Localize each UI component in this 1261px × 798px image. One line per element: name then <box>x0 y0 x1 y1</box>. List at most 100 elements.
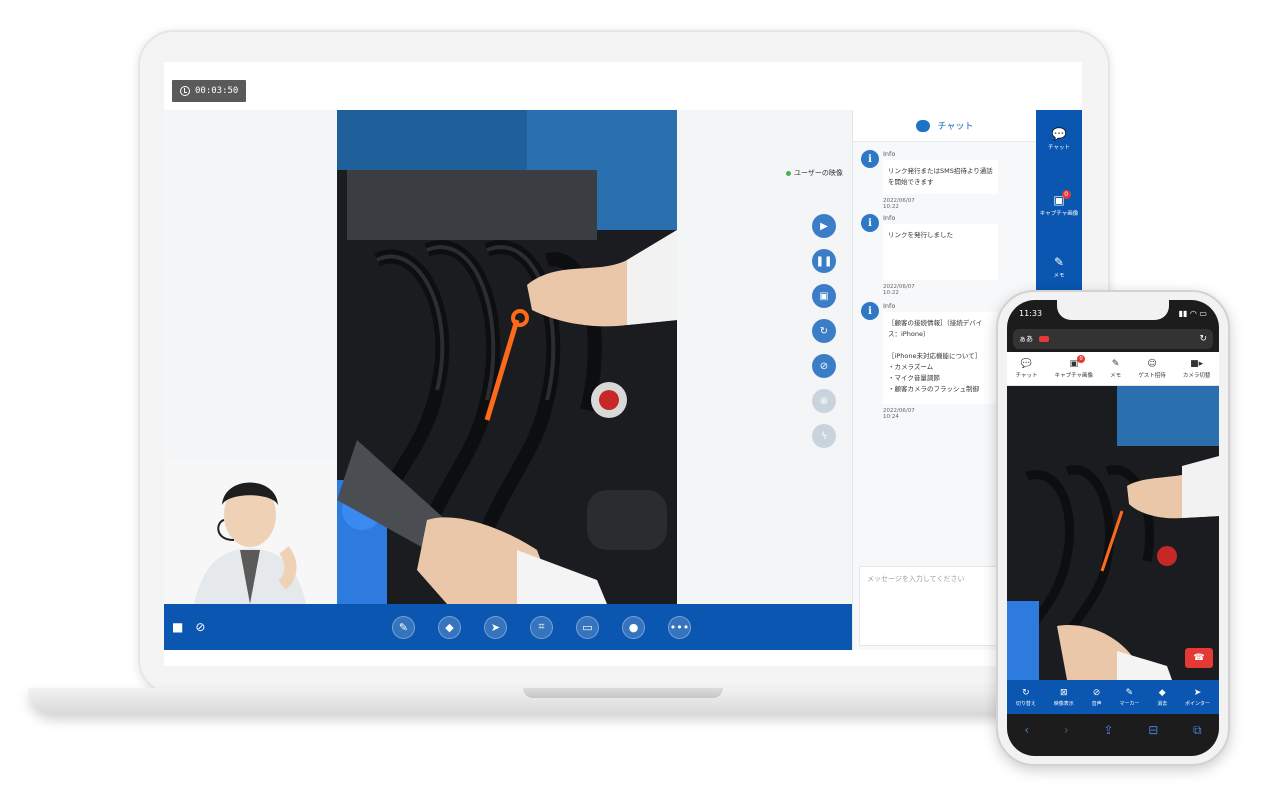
reload-icon[interactable]: ↻ <box>1199 334 1207 344</box>
laptop-notch <box>523 688 723 698</box>
eraser-icon: ◆ <box>1158 687 1166 698</box>
chat-title: チャット <box>937 122 974 132</box>
bookmarks-icon[interactable]: ⊟ <box>1148 723 1158 737</box>
video-camera-icon[interactable]: ■ <box>172 620 183 634</box>
more-button[interactable]: ••• <box>668 615 691 639</box>
mic-off-icon[interactable]: ⊘ <box>195 620 205 634</box>
pointer-icon: ➤ <box>1193 687 1202 698</box>
mic-off-icon: ⊘ <box>819 360 829 372</box>
rail-item-label: チャット <box>1048 145 1070 151</box>
marker-button[interactable]: ✎ マーカー <box>1119 688 1139 707</box>
forward-icon[interactable]: › <box>1064 723 1069 737</box>
share-screen-button[interactable]: ▭ <box>576 615 599 639</box>
zoom-button[interactable]: ⊕ <box>812 389 836 413</box>
local-video <box>164 460 336 604</box>
tool-label: 映像表示 <box>1053 700 1074 707</box>
address-field[interactable]: ぁあ ↻ <box>1013 329 1213 349</box>
video-off-icon: ⊠ <box>1059 687 1068 698</box>
tab-label: メモ <box>1110 372 1122 379</box>
phone-tab-chat[interactable]: 💬 チャット <box>1016 359 1038 379</box>
video-camera-icon: ■▸ <box>1190 358 1204 369</box>
mute-remote-button[interactable]: ⊘ <box>812 354 836 378</box>
local-media-controls: ■ ⊘ <box>172 620 205 634</box>
rail-item-chat[interactable]: 💬 チャット <box>1036 128 1082 151</box>
chat-bubble-icon <box>915 119 930 132</box>
pen-icon: ✎ <box>398 620 409 634</box>
signal-wifi-battery-icon: ▮▮ ◠ ▭ <box>1178 308 1207 318</box>
message-sender: Info <box>883 150 896 158</box>
phone-screen: 11:33 ▮▮ ◠ ▭ ぁあ ↻ 💬 チャット ▣ 0 キャプチャ画像 ✎ メモ ☺ ゲ… <box>1007 300 1219 756</box>
flash-icon: ϟ <box>820 430 828 442</box>
record-button[interactable]: ● <box>622 615 645 639</box>
edit-icon: ✎ <box>1053 255 1065 269</box>
hang-up-button[interactable]: ☎ <box>1185 648 1213 668</box>
snapshot-button[interactable]: ▣ <box>812 284 836 308</box>
pause-button[interactable]: ❚❚ <box>812 249 836 273</box>
call-timer: 00:03:50 <box>172 80 247 102</box>
pointer-button[interactable]: ➤ ポインター <box>1185 688 1210 707</box>
video-display-button[interactable]: ⊠ 映像表示 <box>1054 688 1074 707</box>
screen-share-icon: ▭ <box>582 620 593 634</box>
message-sender: Info <box>883 214 896 222</box>
video-camera-icon: ▶ <box>820 220 828 232</box>
phone-hangup-icon: ☎ <box>1193 653 1205 663</box>
rail-item-label: メモ <box>1053 273 1065 279</box>
capture-button[interactable]: ⌗ <box>530 615 553 639</box>
back-icon[interactable]: ‹ <box>1024 723 1029 737</box>
rotate-camera-icon: ↻ <box>819 325 829 337</box>
user-video-label-text: ユーザーの映像 <box>794 169 843 177</box>
eraser-tool-button[interactable]: ◆ <box>438 615 461 639</box>
pen-tool-button[interactable]: ✎ <box>392 615 415 639</box>
timer-value: 00:03:50 <box>195 86 239 96</box>
chat-icon: 💬 <box>1051 127 1067 141</box>
flip-camera-button[interactable]: ↻ <box>812 319 836 343</box>
pointer-tool-button[interactable]: ➤ <box>484 615 507 639</box>
user-video-label: ユーザーの映像 <box>786 168 843 178</box>
tabs-icon[interactable]: ⧉ <box>1193 723 1202 738</box>
tool-label: 切り替え <box>1015 700 1036 707</box>
rail-item-memo[interactable]: ✎ メモ <box>1036 256 1082 279</box>
rail-item-label: キャプチャ画像 <box>1039 211 1079 217</box>
switch-button[interactable]: ↻ 切り替え <box>1016 688 1036 707</box>
pen-icon: ✎ <box>1125 687 1134 698</box>
camera-toggle-button[interactable]: ▶ <box>812 214 836 238</box>
pointer-icon: ➤ <box>490 620 501 634</box>
erase-button[interactable]: ◆ 消去 <box>1157 688 1167 707</box>
remote-video <box>337 110 677 604</box>
message-body: リンク発行またはSMS招待より通話を開始できます <box>883 160 998 194</box>
flash-button[interactable]: ϟ <box>812 424 836 448</box>
clock-icon <box>180 86 190 96</box>
share-icon[interactable]: ⇪ <box>1103 723 1113 737</box>
phone-camera-view <box>1007 386 1219 680</box>
tab-label: キャプチャ画像 <box>1054 372 1094 379</box>
chat-icon: 💬 <box>1020 358 1033 369</box>
rail-item-capture[interactable]: ▣ 0 キャプチャ画像 <box>1036 190 1082 217</box>
call-toolbar: ■ ⊘ ✎ ◆ ➤ ⌗ ▭ ● ••• <box>164 604 852 650</box>
phone-notch <box>1057 300 1169 320</box>
phone-toolbar: ↻ 切り替え ⊠ 映像表示 ⊘ 音声 ✎ マーカー ◆ 消去 ➤ ポインター <box>1007 680 1219 714</box>
right-rail: 💬 チャット ▣ 0 キャプチャ画像 ✎ メモ <box>1036 110 1082 296</box>
record-icon: ● <box>628 620 639 634</box>
text-size-button[interactable]: ぁあ <box>1019 334 1033 344</box>
message-time: 2022/06/07 10:22 <box>883 284 915 296</box>
image-icon: ▣ 0 <box>1053 190 1071 206</box>
zoom-icon: ⊕ <box>819 395 829 407</box>
eraser-icon: ◆ <box>445 620 454 634</box>
recording-icon <box>1039 336 1049 342</box>
phone-tab-guest[interactable]: ☺ ゲスト招待 <box>1138 359 1166 379</box>
message-body: リンクを発行しました <box>883 224 998 280</box>
tool-label: 消去 <box>1157 700 1168 707</box>
phone-tab-capture[interactable]: ▣ 0 キャプチャ画像 <box>1054 354 1094 379</box>
phone-tab-memo[interactable]: ✎ メモ <box>1110 359 1121 379</box>
tool-label: 音声 <box>1091 700 1102 707</box>
capture-icon: ⌗ <box>538 620 545 633</box>
phone-tab-camera[interactable]: ■▸ カメラ切替 <box>1183 359 1211 379</box>
phone-url-bar: ぁあ ↻ <box>1007 326 1219 352</box>
message-sender: Info <box>883 302 896 310</box>
chat-message-input[interactable]: メッセージを入力してください <box>859 566 999 646</box>
refresh-icon: ↻ <box>1022 687 1030 698</box>
audio-button[interactable]: ⊘ 音声 <box>1092 688 1102 707</box>
info-icon: i <box>861 150 879 168</box>
pause-icon: ❚❚ <box>815 255 833 267</box>
tab-label: チャット <box>1015 372 1038 379</box>
